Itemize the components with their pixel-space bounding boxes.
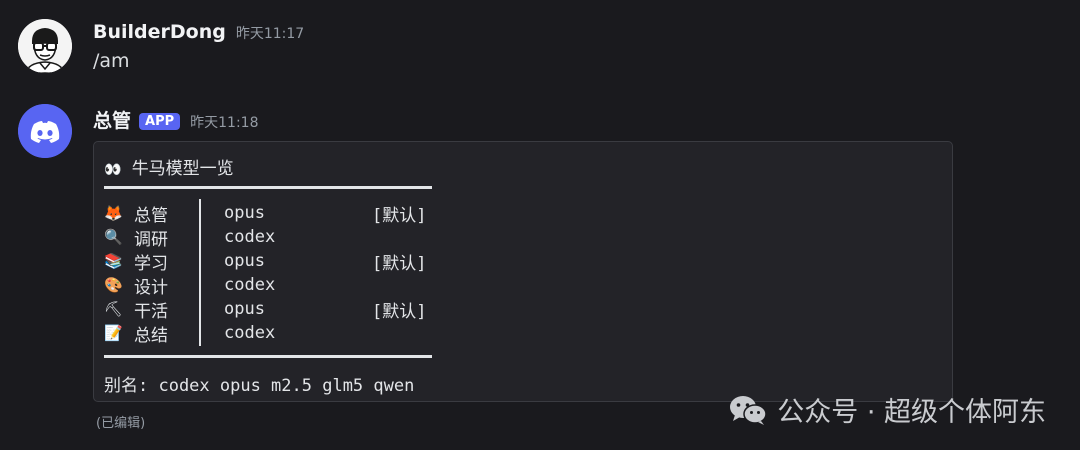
default-tag: [默认] <box>372 301 427 322</box>
username[interactable]: 总管 <box>93 106 131 133</box>
discord-logo-icon <box>18 104 72 158</box>
model-name: codex <box>224 323 276 343</box>
watermark: 公众号 · 超级个体阿东 <box>729 390 1046 429</box>
agent-name: 干活 <box>134 301 168 322</box>
username[interactable]: BuilderDong <box>93 21 226 43</box>
alias-line: 别名: codex opus m2.5 glm5 qwen <box>104 376 415 396</box>
magnifier-icon: 🔍 <box>104 228 123 246</box>
agent-name: 调研 <box>134 229 168 250</box>
code-block-title: 👀 牛马模型一览 <box>104 154 234 179</box>
code-block: 👀 牛马模型一览 🦊 总管 opus [默认] 🔍 调研 codex 📚 学习 … <box>93 141 953 402</box>
table-row: 📝 总结 codex <box>104 321 426 346</box>
table-row: ⛏ 干活 opus [默认] <box>104 297 427 322</box>
edited-label: (已编辑) <box>96 416 146 431</box>
fox-icon: 🦊 <box>104 204 123 222</box>
app-badge: APP <box>139 113 181 130</box>
top-rule <box>104 186 432 189</box>
table-row: 🦊 总管 opus [默认] <box>104 201 427 226</box>
bottom-rule <box>104 355 432 358</box>
code-block-title-text: 牛马模型一览 <box>131 159 234 179</box>
timestamp: 昨天11:17 <box>235 26 305 42</box>
books-icon: 📚 <box>104 252 123 270</box>
agent-name: 总管 <box>134 205 168 226</box>
pick-icon: ⛏ <box>104 300 124 318</box>
user-avatar[interactable] <box>18 19 72 73</box>
model-name: opus <box>224 251 265 271</box>
eyes-icon: 👀 <box>104 162 122 178</box>
bot-avatar[interactable] <box>18 104 72 158</box>
user-avatar-icon <box>18 19 72 73</box>
default-tag: [默认] <box>372 205 427 226</box>
model-table: 🦊 总管 opus [默认] 🔍 调研 codex 📚 学习 opus [默认]… <box>104 201 427 346</box>
agent-name: 总结 <box>134 325 168 346</box>
agent-name: 设计 <box>134 277 168 298</box>
model-name: codex <box>224 227 276 247</box>
model-name: opus <box>224 299 265 319</box>
agent-name: 学习 <box>134 253 168 274</box>
table-row: 🎨 设计 codex <box>104 273 426 298</box>
timestamp: 昨天11:18 <box>190 115 259 131</box>
model-name: opus <box>224 203 265 223</box>
table-row: 🔍 调研 codex <box>104 225 426 250</box>
wechat-icon <box>730 395 767 425</box>
memo-icon: 📝 <box>104 324 123 342</box>
model-name: codex <box>224 275 276 295</box>
watermark-text: 公众号 · 超级个体阿东 <box>777 397 1046 428</box>
table-row: 📚 学习 opus [默认] <box>104 249 427 274</box>
message-content: /am <box>93 50 130 72</box>
palette-icon: 🎨 <box>104 276 123 294</box>
default-tag: [默认] <box>372 253 427 274</box>
